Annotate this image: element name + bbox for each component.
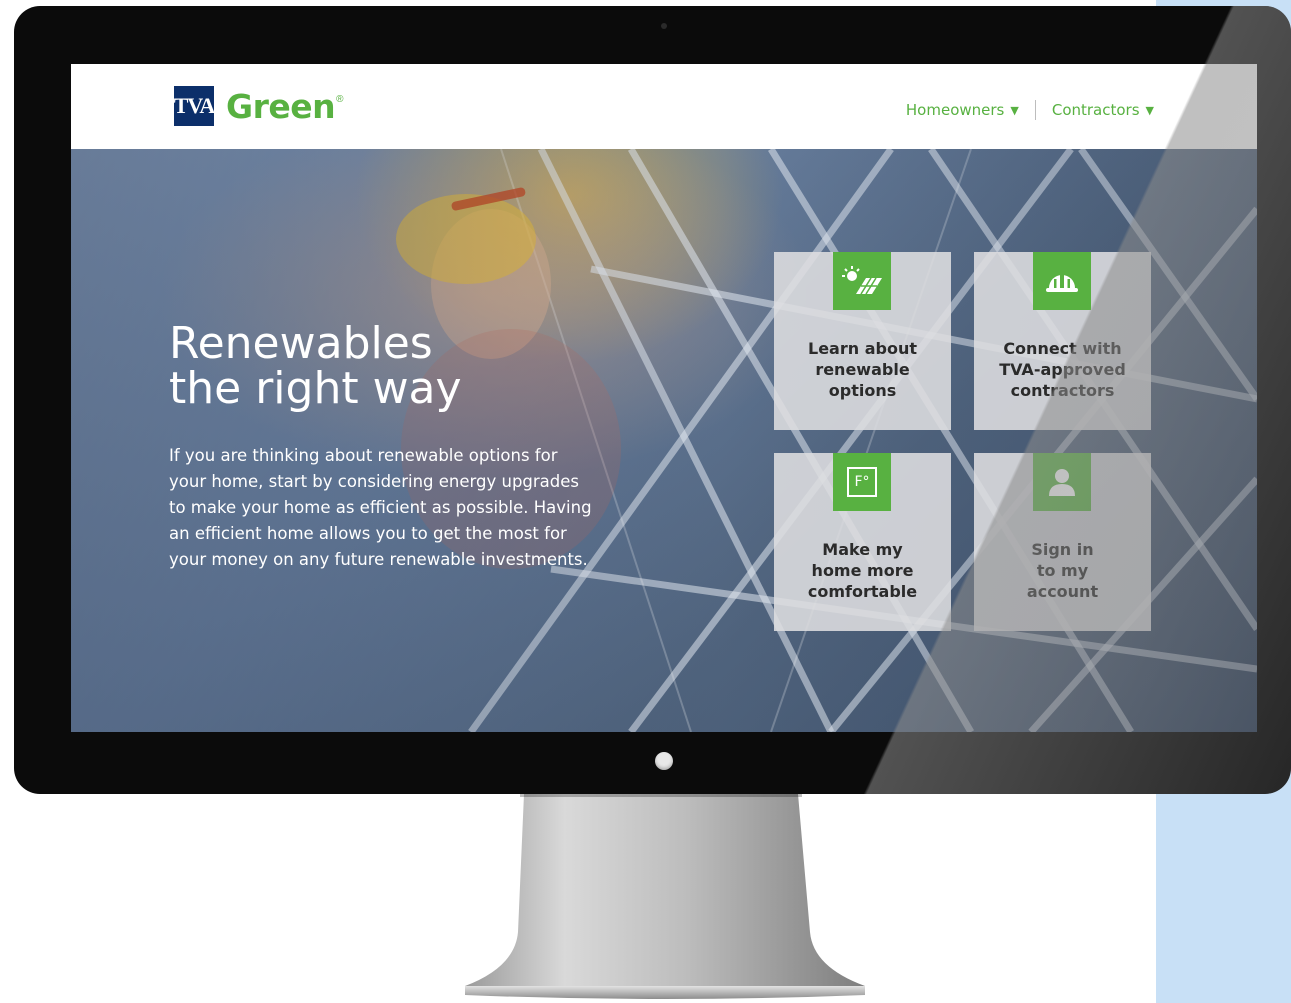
site-header: TVA Green ® Homeowners ▼ Contractors ▼ xyxy=(71,64,1257,149)
tile-learn-label: Learn about renewable options xyxy=(782,338,943,401)
nav-contractors[interactable]: Contractors ▼ xyxy=(1052,101,1154,119)
tile-signin-label: Sign in to my account xyxy=(982,539,1143,602)
tile-comfort-line-3: comfortable xyxy=(807,582,918,601)
tva-green-logo[interactable]: TVA Green ® xyxy=(174,86,344,126)
tile-learn-line-2: renewable xyxy=(815,360,910,379)
monitor-stand xyxy=(465,794,865,999)
thermostat-icon-label: F° xyxy=(847,467,877,497)
tile-learn-renewables[interactable]: Learn about renewable options xyxy=(774,252,951,430)
nav-homeowners[interactable]: Homeowners ▼ xyxy=(906,101,1019,119)
user-icon xyxy=(1033,453,1091,511)
tile-signin-line-2: to my xyxy=(1036,561,1089,580)
tva-logo-mark: TVA xyxy=(174,86,215,126)
hero-title: Renewables the right way xyxy=(169,321,589,411)
hero-title-line-2: the right way xyxy=(169,363,462,414)
tile-signin-line-1: Sign in xyxy=(1031,540,1094,559)
tile-comfort-line-2: home more xyxy=(811,561,914,580)
nav-contractors-label: Contractors xyxy=(1051,101,1140,119)
mockup-stage: TVA Green ® Homeowners ▼ Contractors ▼ R… xyxy=(0,0,1291,1003)
nav-divider xyxy=(1034,100,1036,120)
camera-dot xyxy=(661,23,667,29)
tile-comfort-line-1: Make my xyxy=(822,540,903,559)
hero-description: If you are thinking about renewable opti… xyxy=(169,446,592,569)
power-indicator xyxy=(655,752,673,770)
tile-comfort-label: Make my home more comfortable xyxy=(782,539,943,602)
logo-registered-mark: ® xyxy=(336,93,344,105)
hero-banner: Renewables the right way If you are thin… xyxy=(71,149,1257,732)
solar-panel-icon xyxy=(833,252,891,310)
tile-connect-line-3: contractors xyxy=(1010,381,1115,400)
tile-signin-line-3: account xyxy=(1026,582,1099,601)
hero-title-line-1: Renewables xyxy=(169,318,433,369)
tile-connect-line-2: TVA-approved xyxy=(999,360,1126,379)
hero-overlay xyxy=(71,149,1257,732)
caret-down-icon: ▼ xyxy=(1010,103,1019,117)
tile-connect-contractors[interactable]: Connect with TVA-approved contractors xyxy=(974,252,1151,430)
tile-connect-label: Connect with TVA-approved contractors xyxy=(982,338,1143,401)
logo-wordmark: Green xyxy=(226,86,336,126)
tile-connect-line-1: Connect with xyxy=(1003,339,1122,358)
tile-learn-line-3: options xyxy=(828,381,897,400)
main-nav: Homeowners ▼ Contractors ▼ xyxy=(906,100,1154,120)
tile-sign-in[interactable]: Sign in to my account xyxy=(974,453,1151,631)
thermostat-icon: F° xyxy=(833,453,891,511)
hard-hat-icon xyxy=(1033,252,1091,310)
nav-homeowners-label: Homeowners xyxy=(905,101,1005,119)
tile-learn-line-1: Learn about xyxy=(808,339,917,358)
tile-home-comfort[interactable]: F° Make my home more comfortable xyxy=(774,453,951,631)
caret-down-icon: ▼ xyxy=(1145,103,1154,117)
website-screen: TVA Green ® Homeowners ▼ Contractors ▼ R… xyxy=(71,64,1257,732)
monitor-bezel: TVA Green ® Homeowners ▼ Contractors ▼ R… xyxy=(14,6,1291,794)
